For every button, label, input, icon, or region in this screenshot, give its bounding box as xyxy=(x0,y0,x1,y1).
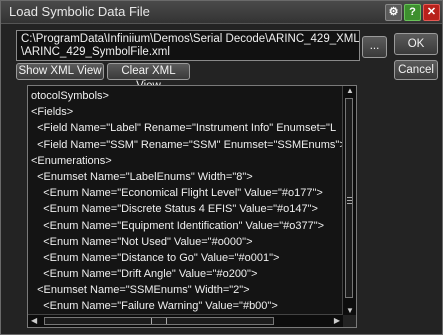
xml-line: <Fields> xyxy=(31,106,74,119)
xml-line: <Enumset Name="LabelEnums" Width="8"> xyxy=(31,170,253,183)
scroll-right-icon[interactable]: ▶ xyxy=(334,316,340,325)
xml-line: <Enum Name="Drift Angle" Value="#o200"> xyxy=(31,268,258,281)
browse-button[interactable]: ... xyxy=(362,36,387,58)
cancel-button[interactable]: Cancel xyxy=(394,60,438,80)
xml-line: <Enum Name="Economical Flight Level" Val… xyxy=(31,187,323,200)
xml-line: <Enum Name="Not Used" Value="#o000"> xyxy=(31,235,253,248)
xml-line: <Enumerations> xyxy=(31,154,112,167)
vertical-scroll-thumb[interactable] xyxy=(345,98,353,298)
file-path-line-1: C:\ProgramData\Infiniium\Demos\Serial De… xyxy=(21,33,360,45)
file-path-field[interactable]: C:\ProgramData\Infiniium\Demos\Serial De… xyxy=(16,30,360,61)
show-xml-view-button[interactable]: Show XML View xyxy=(16,63,104,80)
scroll-left-icon[interactable]: ◀ xyxy=(31,316,37,325)
xml-line: <Field Name="SSM" Rename="SSM" Enumset="… xyxy=(31,138,342,151)
xml-line: otocolSymbols> xyxy=(31,90,109,102)
xml-line: <Enumset Name="SSMEnums" Width="2"> xyxy=(31,284,250,297)
xml-line: <Field Name="Label" Rename="Instrument I… xyxy=(31,122,337,135)
xml-line: <Enum Name="Failure Warning" Value="#b00… xyxy=(31,300,278,313)
title-bar[interactable]: Load Symbolic Data File ⚙ ? ✕ xyxy=(1,1,442,24)
vertical-scrollbar[interactable]: ▲ ▼ xyxy=(342,86,356,315)
file-path-line-2: \ARINC_429_SymbolFile.xml xyxy=(21,46,170,58)
xml-line: <Enum Name="Discrete Status 4 EFIS" Valu… xyxy=(31,203,318,216)
ok-button[interactable]: OK xyxy=(394,33,438,55)
horizontal-scroll-thumb[interactable] xyxy=(44,317,274,325)
clear-xml-view-button[interactable]: Clear XML View xyxy=(107,63,190,92)
scroll-down-icon[interactable]: ▼ xyxy=(346,306,354,315)
dialog-title: Load Symbolic Data File xyxy=(9,4,150,19)
xml-line: <Enum Name="Distance to Go" Value="#o001… xyxy=(31,251,280,264)
xml-content: otocolSymbols> <Fields> <Field Name="Labe… xyxy=(31,88,342,315)
close-icon[interactable]: ✕ xyxy=(423,4,440,21)
gear-icon[interactable]: ⚙ xyxy=(385,4,402,21)
xml-line: <Enum Name="Equipment Identification" Va… xyxy=(31,219,325,232)
help-icon[interactable]: ? xyxy=(404,4,421,21)
xml-view[interactable]: otocolSymbols> <Fields> <Field Name="Labe… xyxy=(27,85,357,328)
scroll-up-icon[interactable]: ▲ xyxy=(346,86,354,95)
load-symbolic-data-dialog: Load Symbolic Data File ⚙ ? ✕ C:\Program… xyxy=(0,0,443,335)
horizontal-scrollbar[interactable]: ◀ ▶ xyxy=(28,314,343,327)
